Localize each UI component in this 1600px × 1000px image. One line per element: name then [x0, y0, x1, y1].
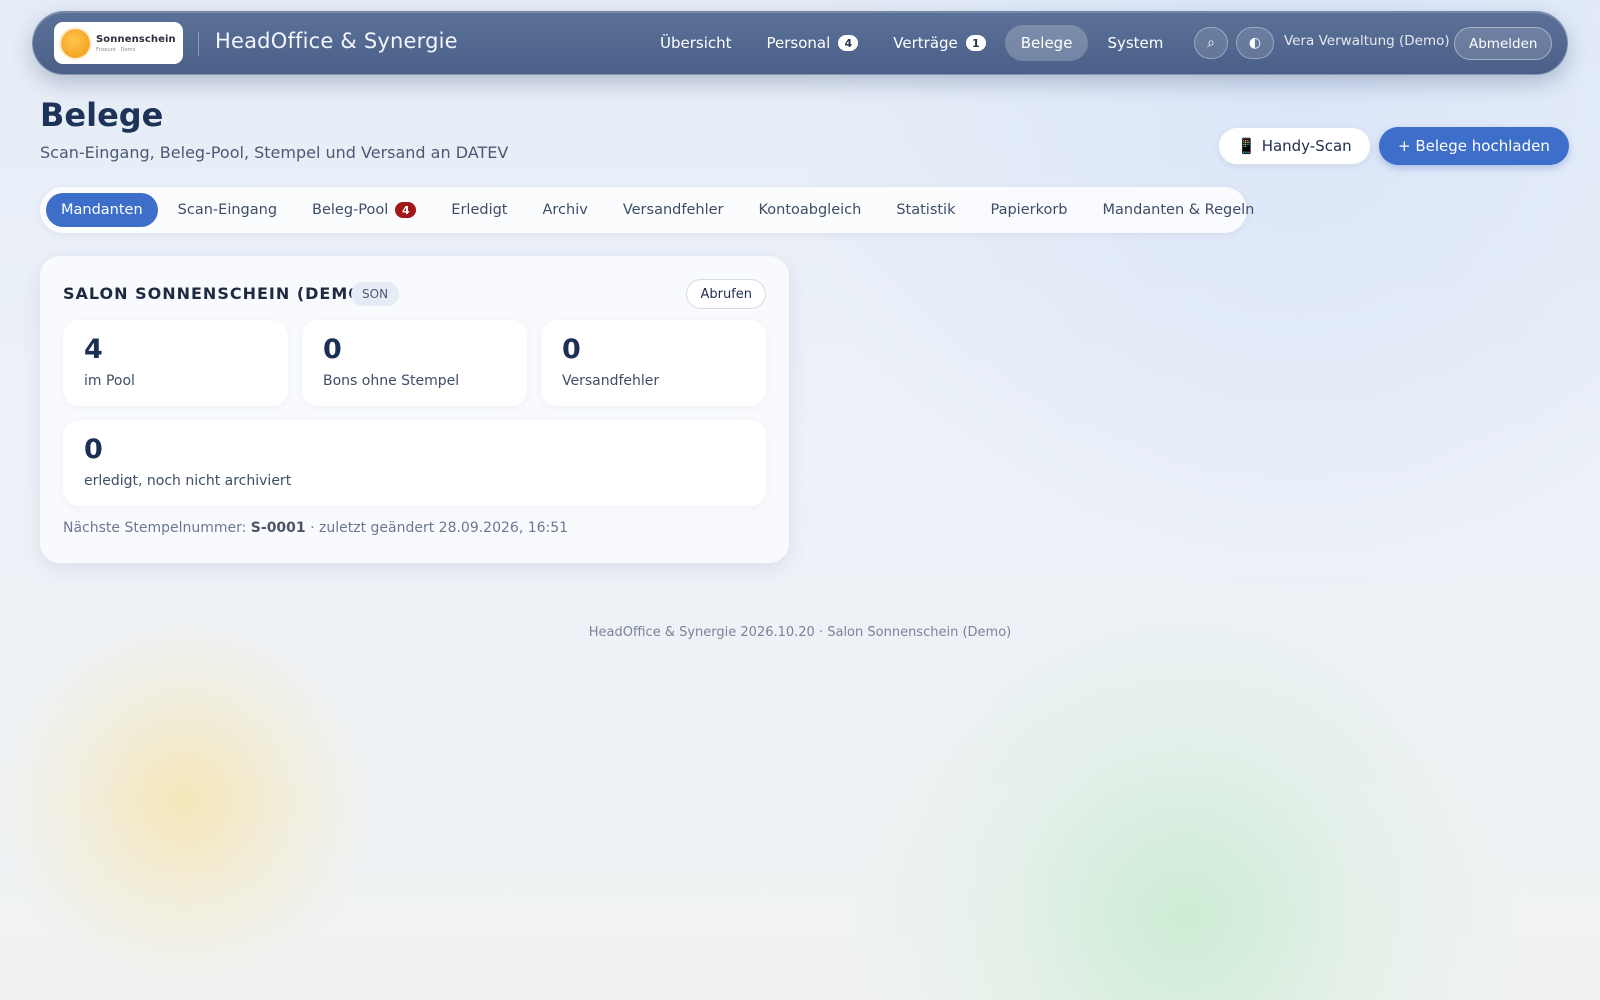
upload-receipts-button[interactable]: + Belege hochladen: [1379, 127, 1569, 165]
tab-label: Statistik: [896, 202, 956, 218]
stat-value: 4: [84, 334, 103, 365]
client-name: SALON SONNENSCHEIN (DEMO): [63, 284, 372, 303]
stat-send-errors[interactable]: 0 Versandfehler: [541, 320, 766, 406]
tab-label: Mandanten: [61, 202, 143, 218]
page-subtitle: Scan-Eingang, Beleg-Pool, Stempel und Ve…: [40, 143, 509, 162]
tab-mandanten-regeln[interactable]: Mandanten & Regeln: [1087, 193, 1271, 227]
tab-label: Papierkorb: [990, 202, 1068, 218]
nav-item-label: Übersicht: [660, 34, 732, 52]
mobile-scan-label: Handy-Scan: [1261, 137, 1352, 155]
brand-divider: [198, 32, 199, 56]
tab-label: Kontoabgleich: [758, 202, 862, 218]
logout-button[interactable]: Abmelden: [1454, 27, 1553, 60]
nav-item-system[interactable]: System: [1091, 25, 1179, 61]
mobile-phone-icon: 📱: [1237, 137, 1256, 155]
stat-done-not-archived[interactable]: 0 erledigt, noch nicht archiviert: [63, 420, 766, 506]
stat-in-pool[interactable]: 4 im Pool: [63, 320, 288, 406]
stat-label: Bons ohne Stempel: [323, 373, 460, 389]
count-badge: 4: [395, 202, 417, 218]
nav-item-label: System: [1107, 34, 1164, 52]
tab-statistik[interactable]: Statistik: [880, 193, 971, 227]
tab-label: Versandfehler: [622, 202, 724, 218]
logo-name: Sonnenschein: [96, 33, 176, 45]
theme-toggle-button[interactable]: ◐: [1236, 27, 1274, 59]
stamp-number: S-0001: [250, 520, 306, 536]
tab-label: Archiv: [542, 202, 588, 218]
stat-label: Versandfehler: [562, 373, 660, 389]
nav-item-label: Belege: [1020, 34, 1073, 52]
tab-archiv[interactable]: Archiv: [527, 193, 604, 227]
tab-label: Mandanten & Regeln: [1102, 202, 1255, 218]
stat-value: 0: [323, 334, 342, 365]
tab-kontoabgleich[interactable]: Kontoabgleich: [742, 193, 877, 227]
fetch-button[interactable]: Abrufen: [686, 279, 766, 309]
nav-item-uebersicht[interactable]: Übersicht: [644, 25, 748, 61]
stat-label: erledigt, noch nicht archiviert: [84, 473, 292, 489]
tab-label: Erledigt: [451, 202, 508, 218]
tab-beleg-pool[interactable]: Beleg-Pool 4: [296, 193, 432, 227]
receipts-tabs: Mandanten Scan-Eingang Beleg-Pool 4 Erle…: [40, 187, 1254, 233]
tab-versandfehler[interactable]: Versandfehler: [607, 193, 740, 227]
client-card: SALON SONNENSCHEIN (DEMO) SON Abrufen 4 …: [40, 256, 789, 563]
tab-scan-eingang[interactable]: Scan-Eingang: [162, 193, 293, 227]
tab-label: Scan-Eingang: [177, 202, 278, 218]
nav-item-vertraege[interactable]: Verträge 1: [877, 25, 1001, 61]
search-button[interactable]: ⌕: [1194, 27, 1228, 59]
count-badge: 1: [965, 35, 986, 51]
count-badge: 4: [838, 35, 859, 51]
stat-value: 0: [84, 434, 103, 465]
nav-item-belege[interactable]: Belege: [1004, 25, 1089, 61]
page-title: Belege: [40, 96, 164, 134]
tab-label: Beleg-Pool: [312, 202, 389, 218]
stat-without-stamp[interactable]: 0 Bons ohne Stempel: [302, 320, 527, 406]
logo-text: Sonnenschein Friseure · Demo: [96, 34, 176, 53]
nav-item-label: Verträge: [893, 34, 958, 52]
search-icon: ⌕: [1207, 35, 1215, 51]
next-stamp-info: Nächste Stempelnummer: S-0001 · zuletzt …: [63, 520, 568, 536]
current-user-name: Vera Verwaltung (Demo): [1284, 33, 1450, 49]
stat-value: 0: [562, 334, 581, 365]
top-navigation-bar: Sonnenschein Friseure · Demo HeadOffice …: [32, 11, 1568, 75]
stamp-prefix: Nächste Stempelnummer:: [63, 520, 251, 536]
nav-item-personal[interactable]: Personal 4: [751, 25, 875, 61]
brand-logo[interactable]: Sonnenschein Friseure · Demo: [54, 22, 183, 64]
nav-item-label: Personal: [766, 34, 831, 52]
logo-tagline: Friseure · Demo: [96, 46, 136, 53]
stat-label: im Pool: [84, 373, 135, 389]
tab-papierkorb[interactable]: Papierkorb: [974, 193, 1083, 227]
tab-mandanten[interactable]: Mandanten: [46, 193, 158, 227]
stamp-last-modified: · zuletzt geändert 28.09.2026, 16:51: [305, 520, 569, 536]
app-title: HeadOffice & Synergie: [215, 29, 458, 53]
mobile-scan-button[interactable]: 📱 Handy-Scan: [1218, 127, 1371, 165]
sun-logo-icon: [61, 28, 90, 58]
contrast-icon: ◐: [1248, 35, 1262, 51]
tab-erledigt[interactable]: Erledigt: [435, 193, 523, 227]
footer-version: HeadOffice & Synergie 2026.10.20 · Salon…: [588, 625, 1012, 640]
client-code-badge: SON: [351, 282, 400, 306]
main-nav: Übersicht Personal 4 Verträge 1 Belege S…: [644, 25, 1182, 61]
